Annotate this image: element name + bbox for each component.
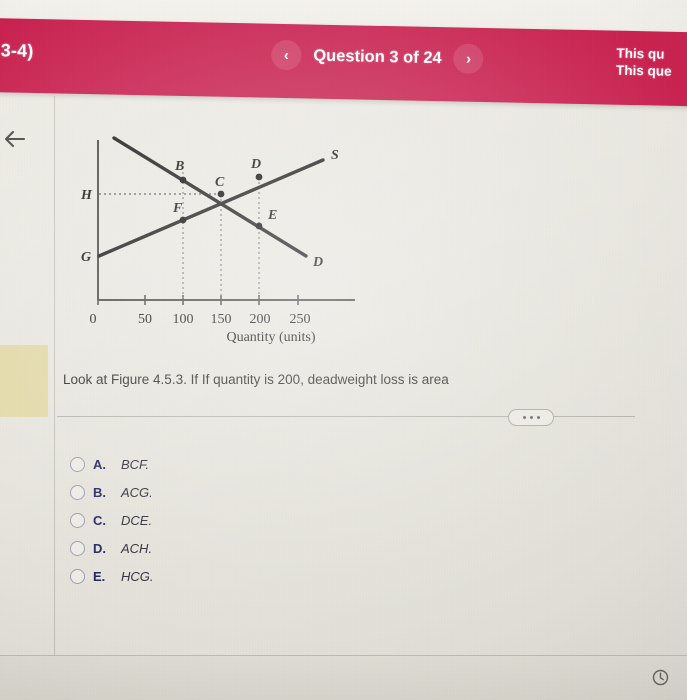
choice-letter-a: A. <box>93 456 106 472</box>
point-D <box>255 173 263 181</box>
choice-text-e: HCG. <box>121 568 154 584</box>
left-highlight-block <box>0 345 48 417</box>
answer-choice-c[interactable]: C. DCE. <box>70 506 400 534</box>
answer-choice-b[interactable]: B. ACG. <box>70 478 400 506</box>
choice-letter-b: B. <box>93 484 106 500</box>
choice-text-b: ACG. <box>121 484 153 500</box>
answer-choice-list: A. BCF. B. ACG. C. DCE. D. ACH. E. HCG. <box>70 450 400 590</box>
bottom-bar <box>0 655 687 700</box>
choice-text-d: ACH. <box>121 540 153 556</box>
radio-button-c[interactable] <box>70 512 85 528</box>
point-E <box>255 222 263 230</box>
back-arrow-icon[interactable] <box>2 128 28 150</box>
point-B <box>179 176 187 184</box>
header-right-line-2: This que <box>615 62 672 79</box>
x-axis-title: Quantity (units) <box>226 330 315 345</box>
choice-letter-c: C. <box>93 512 106 528</box>
label-C: C <box>215 175 225 190</box>
x-tick-labels: 0 50 100 150 200 250 <box>90 312 311 327</box>
answer-choice-a[interactable]: A. BCF. <box>70 450 400 478</box>
radio-button-b[interactable] <box>70 484 85 500</box>
xtick-200: 200 <box>250 312 271 327</box>
header-left-title: s 3-4) <box>0 40 34 61</box>
question-navigator: ‹ Question 3 of 24 › <box>271 39 484 74</box>
choice-letter-e: E. <box>93 568 106 584</box>
label-H: H <box>80 188 93 203</box>
point-F <box>179 216 187 224</box>
point-C <box>217 190 225 198</box>
xtick-250: 250 <box>290 312 311 327</box>
label-E: E <box>267 208 277 223</box>
answer-choice-e[interactable]: E. HCG. <box>70 562 400 590</box>
more-dots-icon[interactable] <box>508 409 554 426</box>
figure-svg: B C D E F G H S D 0 50 100 150 200 250 Q… <box>80 136 355 345</box>
choice-text-c: DCE. <box>121 512 153 528</box>
xtick-150: 150 <box>211 312 232 327</box>
xtick-0: 0 <box>90 312 97 327</box>
question-stem: Look at Figure 4.5.3. If If quantity is … <box>63 372 449 387</box>
content-left-rule <box>54 96 55 661</box>
dot-1 <box>522 416 526 419</box>
supply-line <box>97 158 325 258</box>
chevron-left-icon: ‹ <box>283 46 289 64</box>
dot-3 <box>536 416 540 419</box>
xtick-100: 100 <box>173 312 194 327</box>
choice-text-a: BCF. <box>121 456 149 472</box>
supply-demand-figure: B C D E F G H S D 0 50 100 150 200 250 Q… <box>70 132 370 360</box>
answer-choice-d[interactable]: D. ACH. <box>70 534 400 562</box>
label-B: B <box>174 159 184 174</box>
dot-2 <box>529 416 533 419</box>
app-header: s 3-4) ‹ Question 3 of 24 › This qu This… <box>0 18 687 107</box>
header-right-text: This qu This que <box>616 45 672 80</box>
prev-question-button[interactable]: ‹ <box>271 39 302 71</box>
label-D-line: D <box>312 255 323 270</box>
clock-icon[interactable] <box>652 669 669 686</box>
chevron-right-icon: › <box>465 50 472 68</box>
radio-button-e[interactable] <box>70 568 85 584</box>
radio-button-d[interactable] <box>70 540 85 556</box>
screenshot-root: s 3-4) ‹ Question 3 of 24 › This qu This… <box>0 0 687 700</box>
label-F: F <box>172 201 183 216</box>
question-counter: Question 3 of 24 <box>313 46 442 67</box>
label-S-line: S <box>331 148 339 163</box>
choice-letter-d: D. <box>93 540 106 556</box>
label-G: G <box>81 250 91 265</box>
header-right-line-1: This qu <box>616 45 665 62</box>
radio-button-a[interactable] <box>70 456 85 472</box>
label-D-supply: D <box>250 157 261 172</box>
next-question-button[interactable]: › <box>453 43 484 74</box>
xtick-50: 50 <box>138 312 152 327</box>
